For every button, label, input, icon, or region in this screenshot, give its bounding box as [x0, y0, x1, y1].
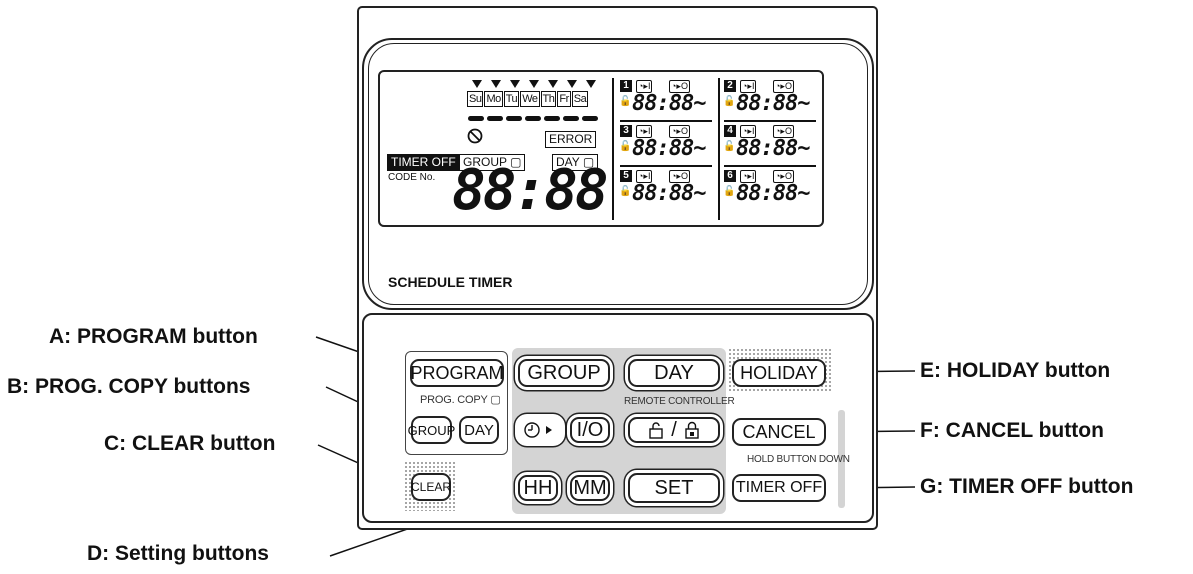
hh-button[interactable]: HH: [518, 475, 558, 501]
day-marker-triangle: [586, 80, 596, 88]
day-we: We: [520, 91, 540, 107]
set-button[interactable]: SET: [628, 473, 720, 503]
program-slot-number: 5: [620, 170, 632, 182]
lock-separator: /: [671, 418, 677, 441]
slot-lock-icon: 🔓: [619, 186, 632, 197]
timer-off-button[interactable]: TIMER OFF: [732, 474, 826, 502]
holiday-button[interactable]: HOLIDAY: [732, 359, 826, 387]
day-mo: Mo: [484, 91, 503, 107]
program-slot-time: 88:88~: [736, 136, 810, 161]
slot-separator: [620, 165, 712, 167]
program-slot-number: 3: [620, 125, 632, 137]
lcd-divider: [612, 78, 614, 220]
lcd-big-digits: 88:88: [452, 158, 609, 223]
callout-program: A: PROGRAM button: [49, 325, 258, 348]
day-marker-triangle: [529, 80, 539, 88]
callout-cancel: F: CANCEL button: [920, 419, 1104, 442]
day-underline-bar: [487, 116, 503, 121]
day-su: Su: [467, 91, 484, 107]
program-button[interactable]: PROGRAM: [410, 359, 504, 387]
day-sa: Sa: [571, 91, 589, 107]
callout-holiday: E: HOLIDAY button: [920, 359, 1111, 382]
day-underline-bar: [506, 116, 522, 121]
day-underline-bar: [582, 116, 598, 121]
slot-column-divider: [718, 78, 720, 220]
slot-lock-icon: 🔓: [723, 141, 736, 152]
lock-button[interactable]: /: [628, 417, 720, 443]
day-fr: Fr: [557, 91, 571, 107]
program-slot-time: 88:88~: [632, 136, 706, 161]
code-no-label: CODE No.: [388, 172, 436, 183]
schedule-timer-title: SCHEDULE TIMER: [388, 274, 513, 290]
day-marker-triangle: [510, 80, 520, 88]
day-tu: Tu: [503, 91, 520, 107]
day-button[interactable]: DAY: [628, 359, 720, 387]
program-slot-number: 4: [724, 125, 736, 137]
hold-button-down-label: HOLD BUTTON DOWN: [747, 454, 850, 465]
day-marker-triangle: [567, 80, 577, 88]
callout-prog-copy: B: PROG. COPY buttons: [7, 375, 251, 398]
copy-group-button[interactable]: GROUP: [408, 416, 455, 444]
program-slot-number: 1: [620, 80, 632, 92]
io-button[interactable]: I/O: [570, 417, 610, 443]
day-underline-bar: [563, 116, 579, 121]
prohibited-icon: [467, 128, 483, 144]
program-slot-time: 88:88~: [632, 181, 706, 206]
slot-lock-icon: 🔓: [723, 96, 736, 107]
mm-button[interactable]: MM: [570, 475, 610, 501]
remote-controller-label: REMOTE CONTROLLER: [624, 396, 735, 407]
slot-separator: [620, 120, 712, 122]
cancel-button[interactable]: CANCEL: [732, 418, 826, 446]
clear-button[interactable]: CLEAR: [411, 473, 451, 501]
day-th: Th: [540, 91, 557, 107]
day-row: Su Mo Tu We Th Fr Sa: [467, 89, 589, 107]
slot-separator: [724, 120, 816, 122]
callout-setting: D: Setting buttons: [87, 542, 269, 565]
unlock-icon: [649, 422, 663, 439]
lock-icon: [685, 421, 699, 439]
program-slot-time: 88:88~: [736, 181, 810, 206]
lcd-timer-off: TIMER OFF: [387, 154, 460, 171]
program-slot-number: 6: [724, 170, 736, 182]
slot-lock-icon: 🔓: [619, 96, 632, 107]
clock-arrow-icon: [524, 422, 552, 438]
callout-timer-off: G: TIMER OFF button: [920, 475, 1134, 498]
slot-lock-icon: 🔓: [619, 141, 632, 152]
day-underline-bar: [525, 116, 541, 121]
slot-lock-icon: 🔓: [723, 186, 736, 197]
day-underline-bar: [468, 116, 484, 121]
program-slot-number: 2: [724, 80, 736, 92]
callout-clear: C: CLEAR button: [104, 432, 276, 455]
program-slot-time: 88:88~: [736, 91, 810, 116]
day-marker-triangle: [548, 80, 558, 88]
program-slot-time: 88:88~: [632, 91, 706, 116]
day-marker-triangle: [472, 80, 482, 88]
slot-separator: [724, 165, 816, 167]
day-underline-bar: [544, 116, 560, 121]
prog-copy-label: PROG. COPY ▢: [420, 394, 501, 406]
copy-day-button[interactable]: DAY: [459, 416, 499, 444]
prog-copy-text: PROG. COPY: [420, 394, 488, 406]
group-button[interactable]: GROUP: [518, 359, 610, 387]
clock-arrow-button[interactable]: [518, 417, 562, 443]
error-indicator: ERROR: [545, 131, 597, 148]
day-marker-triangle: [491, 80, 501, 88]
